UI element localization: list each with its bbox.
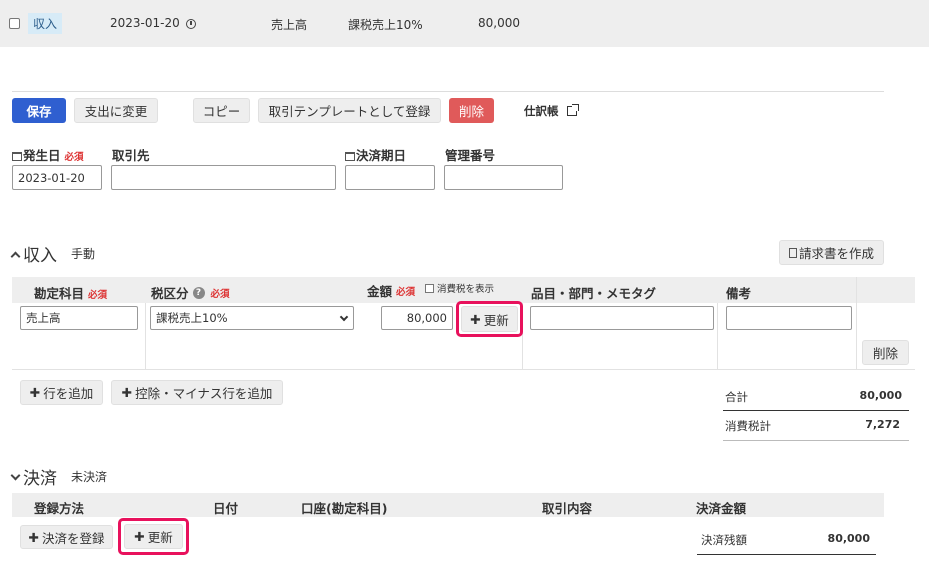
management-number-input[interactable] [444,165,563,190]
balance-divider [697,554,876,555]
row-checkbox[interactable] [9,18,20,29]
issue-date-label: 発生日 必須 [12,145,84,164]
update-settlement-button[interactable]: ✚ 更新 [124,524,183,549]
copy-button[interactable]: コピー [193,98,250,123]
row-account: 売上高 [271,18,308,32]
add-row-button[interactable]: ✚ 行を追加 [20,380,103,405]
tax-select[interactable]: 課税売上10% [150,306,354,330]
balance-label: 決済残額 [701,533,747,547]
chevron-up-icon [10,251,21,261]
register-template-button[interactable]: 取引テンプレートとして登録 [258,98,441,123]
column-divider [717,303,718,370]
settlement-table-header [12,493,884,517]
partner-label: 取引先 [112,148,150,163]
journal-link[interactable]: 仕訳帳 [524,103,579,119]
add-deduction-row-button[interactable]: ✚ 控除・マイナス行を追加 [111,380,283,405]
required-badge: 必須 [64,152,84,163]
delete-button[interactable]: 削除 [449,98,494,123]
show-tax-checkbox[interactable]: 消費税を表示 [425,281,494,295]
chevron-down-icon [339,312,349,322]
chevron-down-icon [10,470,21,480]
note-input[interactable] [726,306,852,330]
tax-divider [723,440,909,441]
column-settlement-amount: 決済金額 [696,501,747,516]
document-icon [788,247,797,258]
checkbox-icon [425,284,434,293]
update-amount-button[interactable]: ✚ 更新 [461,306,518,332]
settlement-status: 未決済 [71,470,108,484]
total-value: 80,000 [859,389,902,402]
settlement-section-toggle[interactable]: 決済 未決済 [10,464,108,489]
column-item: 品目・部門・メモタグ [531,286,657,301]
income-mode: 手動 [71,247,96,261]
divider [12,91,884,92]
column-payment-account: 口座(勘定科目) [301,501,388,516]
management-number-label: 管理番号 [445,148,496,163]
column-tax: 税区分? 必須 [151,286,230,301]
column-description: 取引内容 [542,501,593,516]
column-method: 登録方法 [34,501,85,516]
clock-icon [186,19,196,29]
total-label: 合計 [725,390,748,404]
income-section-title: 収入 [23,246,57,266]
item-input[interactable] [530,306,714,330]
column-date: 日付 [213,501,239,516]
column-amount: 金額 必須 [367,284,416,299]
due-date-input[interactable] [345,165,435,190]
tax-total-label: 消費税計 [725,419,771,433]
issue-date-input[interactable]: 2023-01-20 [12,165,102,190]
row-tax: 課税売上10% [348,18,423,32]
column-divider [145,303,146,370]
tax-total-value: 7,272 [865,418,900,431]
income-badge: 収入 [28,13,63,34]
balance-value: 80,000 [827,532,870,545]
external-link-icon [566,104,579,116]
calendar-icon [345,152,355,161]
amount-input[interactable]: 80,000 [381,306,453,330]
delete-row-button[interactable]: 削除 [862,340,909,365]
row-amount: 80,000 [478,16,520,30]
column-note: 備考 [726,286,752,301]
register-settlement-button[interactable]: ✚ 決済を登録 [20,525,113,549]
create-invoice-button[interactable]: 請求書を作成 [779,240,884,265]
row-divider [12,369,915,370]
calendar-icon [12,152,22,161]
due-date-label: 決済期日 [345,145,406,164]
income-section-toggle[interactable]: 収入 手動 [10,241,96,266]
save-button[interactable]: 保存 [12,98,66,123]
column-account: 勘定科目 必須 [34,286,108,301]
journal-link-label: 仕訳帳 [524,104,559,118]
switch-to-expense-button[interactable]: 支出に変更 [74,98,158,123]
partner-input[interactable] [111,165,336,190]
settlement-section-title: 決済 [23,469,57,489]
account-input[interactable]: 売上高 [20,306,138,330]
total-divider [723,410,909,411]
column-divider [856,277,857,370]
help-icon[interactable]: ? [192,286,205,299]
row-date: 2023-01-20 [110,16,180,30]
